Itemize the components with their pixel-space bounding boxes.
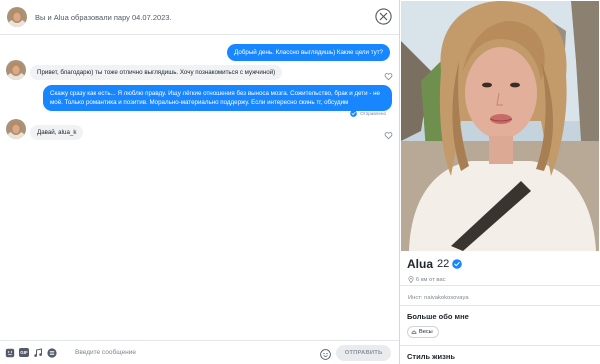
heart-icon[interactable]: [384, 127, 393, 140]
profile-age: 22: [437, 258, 450, 270]
profile-divider: [400, 345, 600, 346]
profile-divider: [400, 285, 600, 286]
verified-badge-icon[interactable]: [452, 259, 463, 269]
message-outgoing[interactable]: Скажу сразу как есть... Я люблю правду. …: [43, 85, 392, 111]
message-incoming[interactable]: Давай, alua_k: [30, 125, 84, 140]
lifestyle-heading: Стиль жизнь: [407, 352, 455, 361]
message-outgoing[interactable]: Добрый день. Классно выглядишь) Какие це…: [227, 44, 390, 61]
message-composer: GIF ОТПРАВИТЬ: [0, 340, 399, 364]
sticker-icon[interactable]: [5, 348, 15, 358]
profile-divider: [400, 305, 600, 306]
sent-status-label: Отправлено: [360, 111, 386, 116]
music-icon[interactable]: [33, 347, 43, 358]
message-text: Давай, alua_k: [37, 129, 77, 136]
message-text: Добрый день. Классно выглядишь) Какие це…: [234, 49, 383, 56]
message-text: Привет, благодарю) ты тоже отлично выгля…: [37, 69, 276, 76]
more-options-icon[interactable]: [47, 347, 57, 358]
message-status: Отправлено: [350, 110, 386, 117]
profile-photo[interactable]: [401, 1, 599, 251]
chat-header: Вы и Alua образовали пару 04.07.2023.: [0, 0, 399, 35]
match-prefix: Вы и: [35, 12, 52, 22]
close-icon[interactable]: [375, 8, 392, 25]
match-info: Вы и Alua образовали пару 04.07.2023.: [35, 13, 172, 22]
zodiac-label: Весы: [419, 329, 433, 335]
message-input[interactable]: [75, 345, 295, 360]
zodiac-chip: Весы: [407, 326, 439, 338]
send-button[interactable]: ОТПРАВИТЬ: [336, 345, 391, 361]
chat-panel: Вы и Alua образовали пару 04.07.2023. До…: [0, 0, 399, 364]
zodiac-icon: [411, 330, 417, 334]
profile-bio: Инст: naivakokosovaya: [408, 295, 469, 301]
emoji-icon[interactable]: [320, 347, 331, 360]
match-avatar[interactable]: [6, 119, 26, 139]
more-about-heading: Больше обо мне: [407, 312, 469, 321]
message-incoming[interactable]: Привет, благодарю) ты тоже отлично выгля…: [30, 65, 283, 80]
profile-distance: 6 км от вас: [408, 276, 445, 283]
match-name[interactable]: Alua: [54, 13, 69, 22]
match-avatar[interactable]: [6, 60, 26, 80]
profile-name-row: Alua 22: [407, 257, 463, 271]
match-avatar[interactable]: [7, 7, 27, 27]
location-pin-icon: [408, 276, 414, 283]
gif-label: GIF: [19, 348, 29, 357]
distance-label: 6 км от вас: [416, 276, 446, 283]
gif-icon[interactable]: GIF: [19, 348, 29, 358]
match-date-text: образовали пару 04.07.2023.: [70, 12, 172, 22]
sent-check-icon: [350, 110, 357, 117]
message-text: Скажу сразу как есть... Я люблю правду. …: [50, 90, 380, 106]
profile-name: Alua: [407, 257, 434, 271]
heart-icon[interactable]: [384, 68, 393, 81]
profile-panel: Alua 22 6 км от вас Инст: naivakokosovay…: [400, 0, 600, 364]
